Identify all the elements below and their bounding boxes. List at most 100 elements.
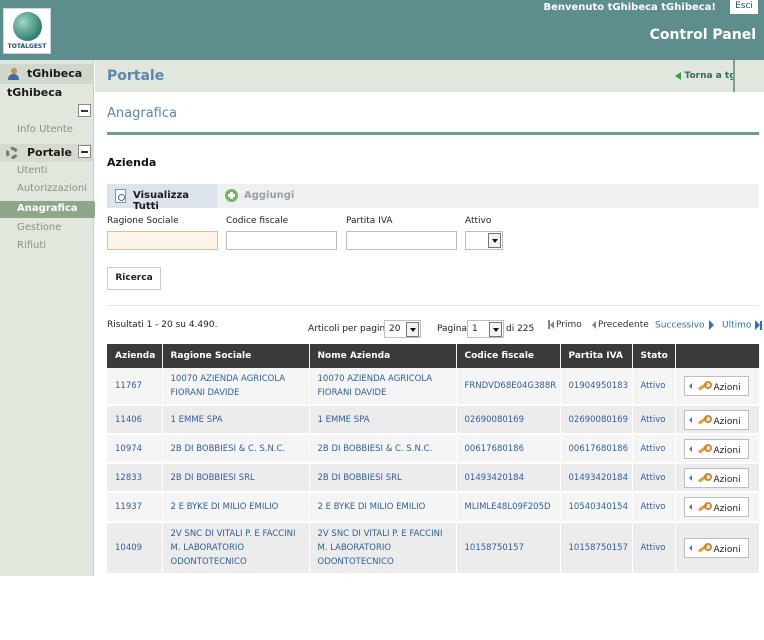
view-all-button[interactable]: Visualizza Tutti xyxy=(107,184,217,212)
previous-page-link[interactable]: Precedente xyxy=(592,320,649,330)
table-row[interactable]: 12833 2B DI BOBBIESI SRL 2B DI BOBBIESI … xyxy=(107,463,760,493)
cell-ragione[interactable]: 10070 AZIENDA AGRICOLA FIORANI DAVIDE xyxy=(162,368,310,406)
page-value: 1 xyxy=(472,324,478,334)
cell-cf[interactable]: 01493420184 xyxy=(456,463,561,493)
cell-actions: Azioni xyxy=(675,368,760,406)
first-page-link[interactable]: Primo xyxy=(548,320,582,330)
table-row[interactable]: 10409 2V SNC DI VITALI P. E FACCINI M. L… xyxy=(107,522,760,575)
cell-cf[interactable]: 02690080169 xyxy=(456,405,561,435)
cell-ragione[interactable]: 2 E BYKE DI MILIO EMILIO xyxy=(162,492,310,523)
sidebar-user[interactable]: tGhibeca xyxy=(0,64,94,84)
cell-stato[interactable]: Attivo xyxy=(632,434,676,464)
column-header-codice-fiscale[interactable]: Codice fiscale xyxy=(456,344,561,368)
wrench-icon xyxy=(697,381,712,391)
sidebar-group-title: tGhibeca xyxy=(7,86,63,99)
chevron-down-icon[interactable] xyxy=(406,322,419,337)
first-label: Primo xyxy=(556,320,582,330)
cell-ragione[interactable]: 2V SNC DI VITALI P. E FACCINI M. LABORAT… xyxy=(162,522,310,575)
caret-left-icon xyxy=(688,545,692,551)
table-row[interactable]: 11406 1 EMME SPA 1 EMME SPA 02690080169 … xyxy=(107,405,760,435)
cell-piva[interactable]: 10158750157 xyxy=(560,522,633,575)
chevron-down-icon[interactable] xyxy=(489,322,502,337)
actions-button[interactable]: Azioni xyxy=(683,467,749,488)
codice-fiscale-input[interactable] xyxy=(226,231,337,250)
cell-nome[interactable]: 2 E BYKE DI MILIO EMILIO xyxy=(309,492,457,523)
table-row[interactable]: 11767 10070 AZIENDA AGRICOLA FIORANI DAV… xyxy=(107,368,760,406)
partita-iva-input[interactable] xyxy=(346,231,457,250)
chevron-down-icon[interactable] xyxy=(488,233,501,248)
page-label: Pagina xyxy=(437,324,467,334)
cell-stato[interactable]: Attivo xyxy=(632,405,676,435)
add-icon[interactable] xyxy=(225,189,238,202)
cell-nome[interactable]: 10070 AZIENDA AGRICOLA FIORANI DAVIDE xyxy=(309,368,457,406)
cell-piva[interactable]: 01904950183 xyxy=(560,368,633,406)
actions-button[interactable]: Azioni xyxy=(683,438,749,459)
cell-cf[interactable]: FRNDVD68E04G388R xyxy=(456,368,561,406)
add-button[interactable]: Aggiungi xyxy=(244,190,294,201)
cell-id[interactable]: 11767 xyxy=(107,368,163,406)
cell-id[interactable]: 10409 xyxy=(107,522,163,575)
cell-stato[interactable]: Attivo xyxy=(632,368,676,406)
logout-button[interactable]: Esci xyxy=(730,0,758,14)
cell-piva[interactable]: 02690080169 xyxy=(560,405,633,435)
sidebar-item-anagrafica[interactable]: Anagrafica xyxy=(0,201,101,218)
cell-id[interactable]: 11406 xyxy=(107,405,163,435)
cell-ragione[interactable]: 2B DI BOBBIESI & C. S.N.C. xyxy=(162,434,310,464)
cell-ragione[interactable]: 1 EMME SPA xyxy=(162,405,310,435)
column-header-nome-azienda[interactable]: Nome Azienda xyxy=(309,344,457,368)
search-button[interactable]: Ricerca xyxy=(107,267,161,290)
cell-piva[interactable]: 01493420184 xyxy=(560,463,633,493)
attivo-select[interactable] xyxy=(465,231,503,250)
logo-text: TOTALGEST xyxy=(7,43,47,50)
cell-stato[interactable]: Attivo xyxy=(632,463,676,493)
cell-actions: Azioni xyxy=(675,463,760,493)
caret-left-icon xyxy=(688,504,692,510)
collapse-portale-icon[interactable] xyxy=(78,145,91,158)
cell-nome[interactable]: 1 EMME SPA xyxy=(309,405,457,435)
cell-id[interactable]: 11937 xyxy=(107,492,163,523)
actions-label: Azioni xyxy=(713,545,741,555)
cell-nome[interactable]: 2B DI BOBBIESI SRL xyxy=(309,463,457,493)
last-page-link[interactable]: Ultimo xyxy=(722,320,763,331)
previous-arrow-icon xyxy=(592,320,596,329)
column-header-partita-iva[interactable]: Partita IVA xyxy=(560,344,633,368)
cell-id[interactable]: 10974 xyxy=(107,434,163,464)
sidebar-item-utenti[interactable]: Utenti xyxy=(17,165,47,176)
ragione-sociale-input[interactable] xyxy=(107,231,218,250)
sidebar-item-autorizzazioni[interactable]: Autorizzazioni xyxy=(17,183,87,194)
ragione-sociale-label: Ragione Sociale xyxy=(107,216,179,226)
sidebar-item-info-utente[interactable]: Info Utente xyxy=(17,124,73,135)
sidebar-item-rifiuti[interactable]: Rifiuti xyxy=(17,240,46,251)
per-page-select[interactable]: 20 xyxy=(384,320,421,338)
cell-cf[interactable]: MLIMLE48L09F205D xyxy=(456,492,561,523)
column-header-ragione-sociale[interactable]: Ragione Sociale xyxy=(162,344,310,368)
actions-button[interactable]: Azioni xyxy=(683,376,749,396)
table-row[interactable]: 10974 2B DI BOBBIESI & C. S.N.C. 2B DI B… xyxy=(107,434,760,464)
actions-label: Azioni xyxy=(713,383,741,393)
totalgest-logo[interactable]: TOTALGEST xyxy=(3,8,51,54)
cell-stato[interactable]: Attivo xyxy=(632,522,676,575)
cell-piva[interactable]: 00617680186 xyxy=(560,434,633,464)
per-page-value: 20 xyxy=(389,324,401,334)
actions-button[interactable]: Azioni xyxy=(683,497,749,517)
collapse-user-icon[interactable] xyxy=(78,104,91,117)
cell-nome[interactable]: 2B DI BOBBIESI & C. S.N.C. xyxy=(309,434,457,464)
cell-stato[interactable]: Attivo xyxy=(632,492,676,523)
cell-ragione[interactable]: 2B DI BOBBIESI SRL xyxy=(162,463,310,493)
page-select[interactable]: 1 xyxy=(467,320,504,338)
cell-piva[interactable]: 10540340154 xyxy=(560,492,633,523)
table-row[interactable]: 11937 2 E BYKE DI MILIO EMILIO 2 E BYKE … xyxy=(107,492,760,523)
gear-icon xyxy=(6,147,18,159)
partita-iva-label: Partita IVA xyxy=(346,216,393,226)
column-header-azienda[interactable]: Azienda xyxy=(107,344,163,368)
next-label: Successivo xyxy=(655,320,705,331)
cell-id[interactable]: 12833 xyxy=(107,463,163,493)
actions-button[interactable]: Azioni xyxy=(683,409,749,430)
cell-nome[interactable]: 2V SNC DI VITALI P. E FACCINI M. LABORAT… xyxy=(309,522,457,575)
column-header-stato[interactable]: Stato xyxy=(632,344,676,368)
cell-cf[interactable]: 00617680186 xyxy=(456,434,561,464)
actions-button[interactable]: Azioni xyxy=(683,538,749,558)
cell-cf[interactable]: 10158750157 xyxy=(456,522,561,575)
next-page-link[interactable]: Successivo xyxy=(655,320,714,331)
sidebar-item-gestione[interactable]: Gestione xyxy=(17,222,61,233)
